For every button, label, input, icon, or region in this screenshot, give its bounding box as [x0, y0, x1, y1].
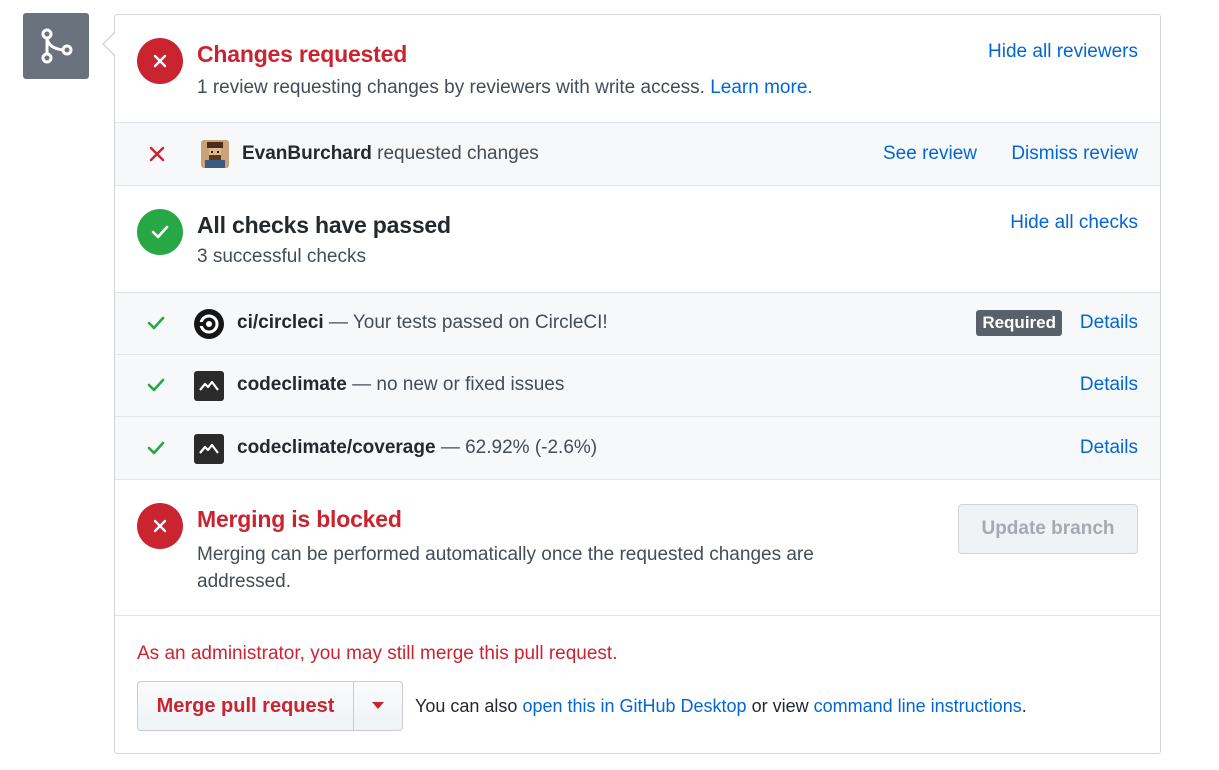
reviews-title: Changes requested — [197, 41, 408, 67]
x-icon — [149, 146, 165, 167]
admin-note: As an administrator, you may still merge… — [137, 643, 618, 664]
hide-all-checks-link[interactable]: Hide all checks — [1010, 212, 1138, 234]
triangle-down-icon — [372, 697, 384, 715]
hide-all-reviewers-link[interactable]: Hide all reviewers — [988, 41, 1138, 63]
reviews-section: Changes requested 1 review requesting ch… — [115, 15, 1160, 123]
codeclimate-icon — [194, 371, 224, 401]
check-text: codeclimate — no new or fixed issues — [237, 374, 564, 396]
check-name: codeclimate — [237, 374, 347, 395]
avatar[interactable] — [201, 140, 229, 168]
period: . — [1021, 696, 1027, 716]
alternate-merge-text: You can also open this in GitHub Desktop… — [415, 696, 1027, 717]
checks-subtitle: 3 successful checks — [197, 246, 366, 267]
required-badge: Required — [976, 310, 1062, 336]
merge-pull-request-button[interactable]: Merge pull request — [138, 682, 354, 730]
see-review-link[interactable]: See review — [883, 143, 977, 165]
circleci-icon — [194, 309, 224, 339]
check-text: codeclimate/coverage — 62.92% (-2.6%) — [237, 437, 597, 459]
dismiss-review-link[interactable]: Dismiss review — [1011, 143, 1138, 165]
check-text: ci/circleci — Your tests passed on Circl… — [237, 312, 608, 334]
or-view-text: or view — [751, 696, 809, 716]
details-link[interactable]: Details — [1080, 312, 1138, 334]
learn-more-link[interactable]: Learn more. — [710, 77, 812, 98]
check-row: codeclimate/coverage — 62.92% (-2.6%) De… — [115, 417, 1160, 480]
merge-status-panel: Changes requested 1 review requesting ch… — [114, 14, 1161, 754]
merge-button-group: Merge pull request — [137, 681, 403, 731]
check-name: ci/circleci — [237, 312, 324, 333]
reviewer-name[interactable]: EvanBurchard — [242, 143, 372, 164]
review-row: EvanBurchard requested changes See revie… — [115, 123, 1160, 186]
details-link[interactable]: Details — [1080, 437, 1138, 459]
checks-section: All checks have passed 3 successful chec… — [115, 186, 1160, 293]
check-row: ci/circleci — Your tests passed on Circl… — [115, 293, 1160, 355]
changes-requested-x-icon — [137, 38, 183, 84]
check-description: — Your tests passed on CircleCI! — [328, 312, 608, 333]
check-name: codeclimate/coverage — [237, 437, 436, 458]
checks-passed-check-icon — [137, 209, 183, 255]
check-description: — no new or fixed issues — [352, 374, 565, 395]
update-branch-button[interactable]: Update branch — [958, 504, 1138, 554]
merge-blocked-description: Merging can be performed automatically o… — [197, 544, 814, 592]
check-icon — [147, 441, 165, 460]
checks-title: All checks have passed — [197, 212, 451, 238]
reviews-subtitle-text: 1 review requesting changes by reviewers… — [197, 77, 705, 98]
review-text: EvanBurchard requested changes — [242, 143, 539, 165]
open-github-desktop-link[interactable]: open this in GitHub Desktop — [522, 696, 746, 716]
codeclimate-icon — [194, 434, 224, 464]
check-icon — [147, 316, 165, 335]
check-row: codeclimate — no new or fixed issues Det… — [115, 355, 1160, 417]
review-action: requested changes — [377, 143, 539, 164]
reviews-subtitle: 1 review requesting changes by reviewers… — [197, 77, 813, 99]
command-line-instructions-link[interactable]: command line instructions — [814, 696, 1022, 716]
also-prefix: You can also — [415, 696, 518, 716]
merge-blocked-section: Merging is blocked Merging can be perfor… — [115, 480, 1160, 616]
git-merge-icon — [23, 13, 89, 79]
merge-blocked-title: Merging is blocked — [197, 506, 402, 532]
check-description: — 62.92% (-2.6%) — [440, 437, 598, 458]
merge-method-dropdown[interactable] — [354, 682, 402, 730]
panel-caret-fill — [104, 33, 115, 55]
details-link[interactable]: Details — [1080, 374, 1138, 396]
check-icon — [147, 378, 165, 397]
merge-blocked-x-icon — [137, 503, 183, 549]
